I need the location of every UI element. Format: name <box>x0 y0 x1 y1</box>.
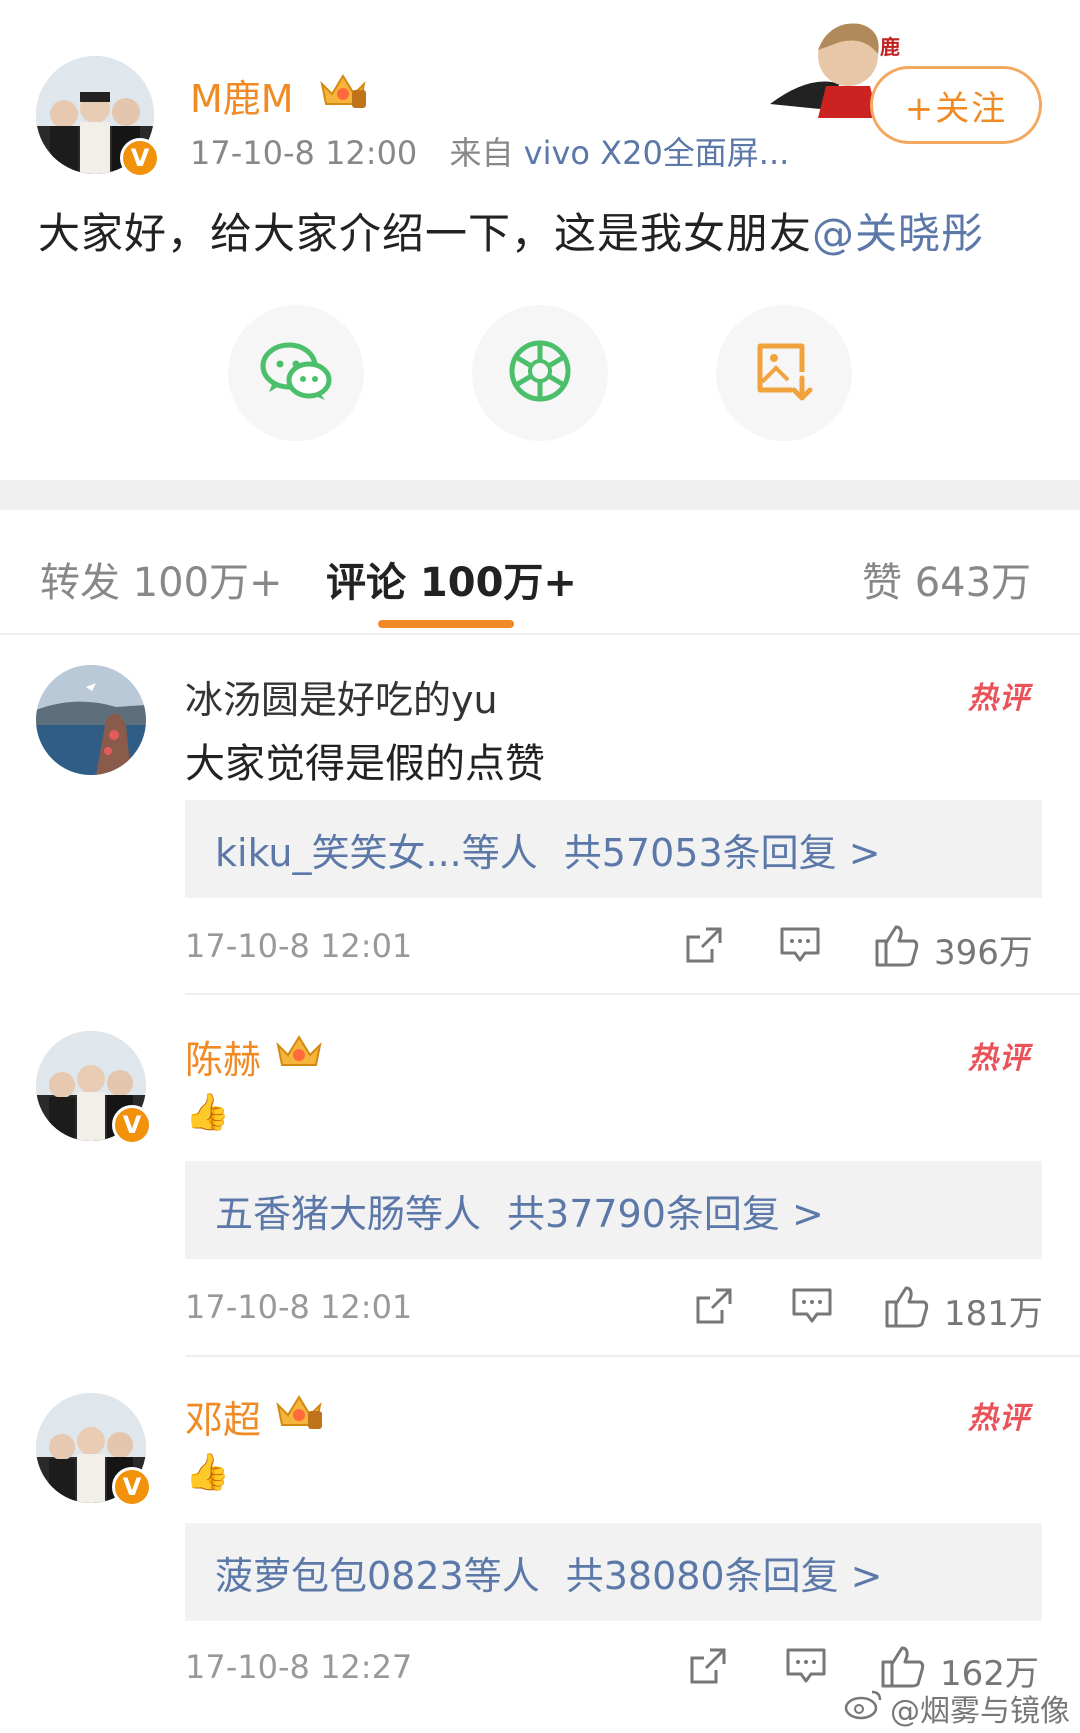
reply-count: 共37790条回复 > <box>507 1191 824 1236</box>
comment-time: 17-10-8 12:01 <box>185 927 413 965</box>
commenter-avatar-photo <box>36 665 146 775</box>
comment-time: 17-10-8 12:01 <box>185 1288 413 1326</box>
post-body: 大家好，给大家介绍一下，这是我女朋友 <box>38 209 813 258</box>
author-name[interactable]: M鹿M <box>190 68 294 123</box>
section-divider-band <box>0 480 1080 510</box>
verified-badge-icon: V <box>112 1467 152 1507</box>
reply-comment-button[interactable] <box>776 923 824 971</box>
like-comment-button[interactable]: 396万 <box>874 923 1033 976</box>
verified-badge-icon: V <box>112 1105 152 1145</box>
share-out-icon <box>688 1646 728 1690</box>
comment-text: 👍 <box>185 1092 230 1133</box>
reply-count: 共38080条回复 > <box>565 1553 883 1598</box>
reply-users: 五香猪大肠等人 <box>215 1191 482 1236</box>
hot-comment-badge: 热评 <box>968 681 1030 716</box>
comment-text: 大家觉得是假的点赞 <box>185 741 545 787</box>
wechat-icon <box>259 340 333 406</box>
vip-crown-icon <box>274 1391 324 1431</box>
reply-users: 菠萝包包0823等人 <box>215 1553 540 1598</box>
share-out-icon <box>684 925 724 969</box>
post-meta: 17-10-8 12:00 来自 vivo X20全面屏... <box>190 128 789 174</box>
follow-button[interactable]: +关注 <box>870 66 1042 144</box>
share-wechat-button[interactable] <box>228 305 364 441</box>
tab-repost[interactable]: 转发 100万+ <box>40 550 283 608</box>
comment-item: V 陈赫 热评 👍 五香猪大肠等人 共37790条回复 > 17-10-8 12… <box>0 995 1080 1357</box>
comment-text: 👍 <box>185 1452 230 1493</box>
repost-comment-button[interactable] <box>684 1644 732 1692</box>
thumbs-up-icon <box>884 1284 930 1337</box>
source-device[interactable]: vivo X20全面屏... <box>524 134 790 172</box>
save-image-button[interactable] <box>716 305 852 441</box>
source-prefix: 来自 <box>449 134 514 172</box>
thumbs-up-icon <box>874 923 920 976</box>
reply-comment-button[interactable] <box>788 1284 836 1332</box>
commenter-name[interactable]: 邓超 <box>185 1389 261 1444</box>
save-image-icon <box>754 340 814 406</box>
moments-icon <box>507 338 573 408</box>
reply-summary[interactable]: 五香猪大肠等人 共37790条回复 > <box>185 1161 1042 1259</box>
share-out-icon <box>694 1286 734 1330</box>
post-tabs: 转发 100万+ 评论 100万+ 赞 643万 <box>0 510 1080 635</box>
commenter-avatar[interactable]: V <box>36 1393 152 1507</box>
verified-badge-icon: V <box>120 138 160 178</box>
share-moments-button[interactable] <box>472 305 608 441</box>
hot-comment-badge: 热评 <box>968 1401 1030 1436</box>
commenter-name[interactable]: 陈赫 <box>185 1029 261 1084</box>
commenter-avatar[interactable]: V <box>36 1031 152 1145</box>
post-text: 大家好，给大家介绍一下，这是我女朋友@关晓彤 <box>38 200 984 261</box>
tab-comments[interactable]: 评论 100万+ <box>326 550 577 608</box>
repost-comment-button[interactable] <box>680 923 728 971</box>
reply-comment-button[interactable] <box>782 1644 830 1692</box>
comment-bubble-icon <box>785 1646 827 1690</box>
active-tab-indicator <box>378 620 514 628</box>
comment-item: 冰汤圆是好吃的yu 热评 大家觉得是假的点赞 kiku_笑笑女...等人 共57… <box>0 635 1080 995</box>
commenter-avatar[interactable] <box>36 665 146 775</box>
repost-comment-button[interactable] <box>690 1284 738 1332</box>
watermark-text: @烟雾与镜像 <box>890 1694 1070 1729</box>
weibo-logo-icon <box>844 1688 884 1728</box>
reply-summary[interactable]: 菠萝包包0823等人 共38080条回复 > <box>185 1523 1042 1621</box>
comment-bubble-icon <box>779 925 821 969</box>
hot-comment-badge: 热评 <box>968 1041 1030 1076</box>
comment-time: 17-10-8 12:27 <box>185 1648 413 1686</box>
like-count: 396万 <box>934 933 1033 973</box>
svg-text:鹿: 鹿 <box>880 35 900 59</box>
weibo-post: V M鹿M 17-10-8 12:00 来自 vivo X20全面屏... 鹿 … <box>0 0 1080 480</box>
mention-link[interactable]: @关晓彤 <box>812 209 984 258</box>
like-comment-button[interactable]: 181万 <box>884 1284 1043 1337</box>
tab-likes[interactable]: 赞 643万 <box>862 550 1031 608</box>
like-count: 181万 <box>944 1294 1043 1334</box>
commenter-name[interactable]: 冰汤圆是好吃的yu <box>185 669 498 724</box>
watermark: @烟雾与镜像 <box>844 1686 1070 1730</box>
reply-count: 共57053条回复 > <box>563 830 881 875</box>
reply-users: kiku_笑笑女...等人 <box>215 830 538 875</box>
vip-crown-icon <box>274 1031 324 1071</box>
vip-crown-icon <box>318 70 368 110</box>
post-timestamp: 17-10-8 12:00 <box>190 134 418 172</box>
comment-item: V 邓超 热评 👍 菠萝包包0823等人 共38080条回复 > 17-10-8… <box>0 1357 1080 1694</box>
comment-bubble-icon <box>791 1286 833 1330</box>
reply-summary[interactable]: kiku_笑笑女...等人 共57053条回复 > <box>185 800 1042 898</box>
author-avatar[interactable]: V <box>36 56 160 178</box>
